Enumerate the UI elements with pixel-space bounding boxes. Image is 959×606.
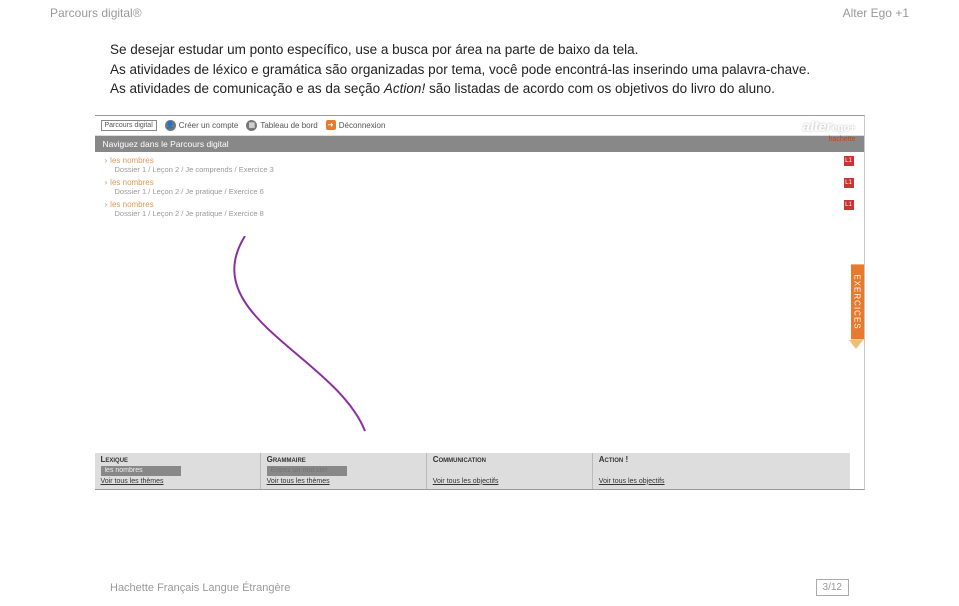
result-title: les nombres (105, 178, 844, 187)
header-right: Alter Ego +1 (843, 6, 909, 20)
app-screenshot: Parcours digital 👤 Créer un compte ▦ Tab… (95, 115, 865, 490)
result-row[interactable]: L1 les nombres Dossier 1 / Leçon 2 / Je … (105, 156, 854, 174)
dashboard-link[interactable]: ▦ Tableau de bord (246, 120, 317, 131)
instruction-paragraph: Se desejar estudar um ponto específico, … (110, 40, 849, 99)
grammaire-input[interactable] (267, 466, 347, 476)
grammaire-head: Grammaire (267, 455, 420, 464)
result-title: les nombres (105, 200, 844, 209)
app-topbar: Parcours digital 👤 Créer un compte ▦ Tab… (95, 116, 864, 136)
brand-alter: alter (802, 118, 832, 134)
para-line3-italic: Action! (384, 81, 425, 96)
communication-column: Communication Voir tous les objectifs (427, 453, 593, 489)
communication-link[interactable]: Voir tous les objectifs (433, 478, 586, 485)
exercices-tab[interactable]: EXERCICES (851, 265, 864, 340)
para-line3a: As atividades de comunicação e as da seç… (110, 81, 384, 96)
app-logo: Parcours digital (101, 120, 157, 131)
nav-strip: Naviguez dans le Parcours digital (95, 136, 864, 152)
page-footer: Hachette Français Langue Étrangère 3/12 (50, 579, 909, 596)
action-head: Action ! (599, 455, 753, 464)
publisher-label: hachette (829, 136, 856, 143)
logout-icon: ➜ (326, 120, 336, 130)
create-account-link[interactable]: 👤 Créer un compte (165, 120, 239, 131)
result-path: Dossier 1 / Leçon 2 / Je pratique / Exer… (115, 187, 854, 196)
level-badge: L1 (844, 200, 854, 210)
grammaire-column: Grammaire Voir tous les thèmes (261, 453, 427, 489)
dashboard-label: Tableau de bord (260, 121, 317, 130)
annotation-arrow (215, 236, 435, 436)
result-path: Dossier 1 / Leçon 2 / Je pratique / Exer… (115, 209, 854, 218)
result-row[interactable]: L1 les nombres Dossier 1 / Leçon 2 / Je … (105, 200, 854, 218)
level-badge: L1 (844, 156, 854, 166)
para-line1: Se desejar estudar um ponto específico, … (110, 42, 638, 57)
spacer (599, 466, 753, 476)
para-line2: As atividades de léxico e gramática são … (110, 62, 810, 77)
header-left: Parcours digital® (50, 6, 142, 20)
page-header: Parcours digital® Alter Ego +1 (50, 0, 909, 40)
user-icon: 👤 (165, 120, 176, 131)
footer-publisher: Hachette Français Langue Étrangère (110, 582, 290, 594)
result-path: Dossier 1 / Leçon 2 / Je comprends / Exe… (115, 165, 854, 174)
action-column: Action ! Voir tous les objectifs (593, 453, 759, 489)
action-link[interactable]: Voir tous les objectifs (599, 478, 753, 485)
lexique-input[interactable] (101, 466, 181, 476)
logout-link[interactable]: ➜ Déconnexion (326, 120, 386, 130)
grammaire-link[interactable]: Voir tous les thèmes (267, 478, 420, 485)
communication-head: Communication (433, 455, 586, 464)
create-account-label: Créer un compte (179, 121, 239, 130)
brand-logo: alterego+ (802, 118, 855, 134)
result-title: les nombres (105, 156, 844, 165)
search-results: L1 les nombres Dossier 1 / Leçon 2 / Je … (95, 152, 864, 226)
bottom-search-bar: Lexique Voir tous les thèmes Grammaire V… (95, 453, 850, 489)
brand-ego: ego+ (832, 123, 856, 134)
exercices-tab-arrow-icon (849, 340, 863, 349)
spacer (433, 466, 586, 476)
grid-icon: ▦ (246, 120, 257, 131)
page-number: 3/12 (816, 579, 849, 596)
para-line3b: são listadas de acordo com os objetivos … (425, 81, 775, 96)
level-badge: L1 (844, 178, 854, 188)
result-row[interactable]: L1 les nombres Dossier 1 / Leçon 2 / Je … (105, 178, 854, 196)
lexique-link[interactable]: Voir tous les thèmes (101, 478, 254, 485)
lexique-head: Lexique (101, 455, 254, 464)
logout-label: Déconnexion (339, 121, 386, 130)
lexique-column: Lexique Voir tous les thèmes (95, 453, 261, 489)
